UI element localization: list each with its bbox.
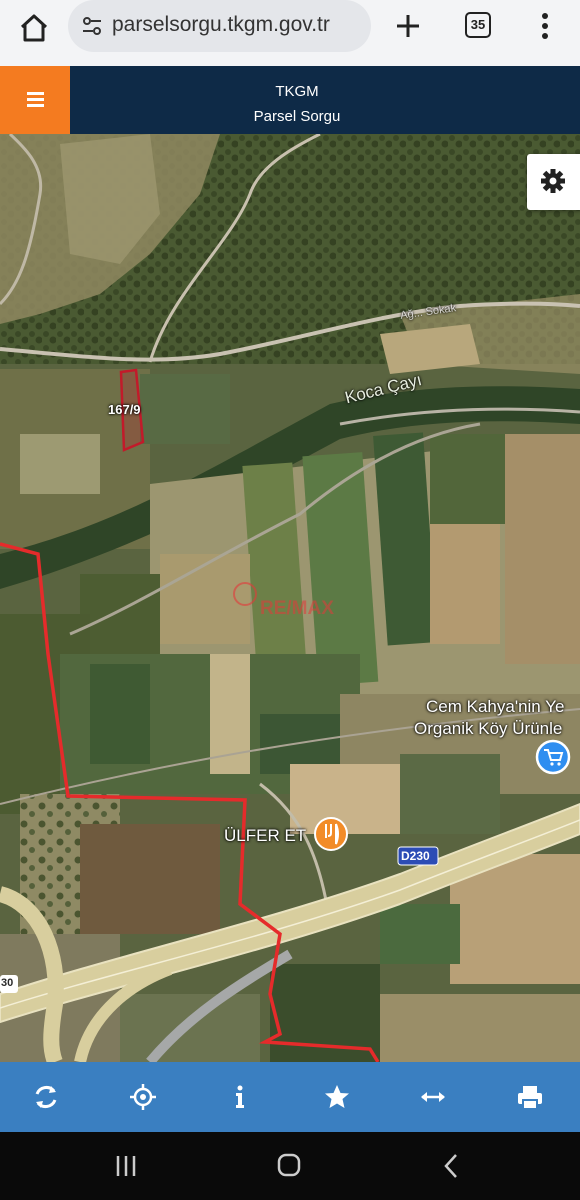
recents-icon[interactable] <box>106 1150 146 1182</box>
app-subtitle: Parsel Sorgu <box>253 108 341 125</box>
info-icon[interactable] <box>223 1080 257 1114</box>
locate-icon[interactable] <box>126 1080 160 1114</box>
parcel-label[interactable]: 167/9 <box>108 402 141 417</box>
tabs-button[interactable]: 35 <box>465 12 491 38</box>
gear-icon <box>541 169 565 193</box>
print-icon[interactable] <box>513 1080 547 1114</box>
url-text: parselsorgu.tkgm.gov.tr <box>112 13 330 36</box>
back-icon[interactable] <box>432 1150 472 1182</box>
place-name-line1[interactable]: Cem Kahya'nin Ye <box>426 697 564 717</box>
highway-shield-label: D230 <box>401 849 430 863</box>
site-settings-icon[interactable] <box>80 14 104 38</box>
app-title: TKGM <box>275 83 319 100</box>
home-icon[interactable] <box>14 8 54 48</box>
more-vert-icon[interactable] <box>530 6 560 46</box>
restaurant-label[interactable]: ÜLFER ET <box>224 826 306 846</box>
map-toolbar <box>0 1062 580 1132</box>
app-header: TKGM Parsel Sorgu <box>0 66 580 134</box>
measure-icon[interactable] <box>416 1080 450 1114</box>
address-bar[interactable]: parselsorgu.tkgm.gov.tr <box>68 0 371 52</box>
home-icon[interactable] <box>269 1150 309 1182</box>
remax-watermark: RE/MAX <box>260 598 334 619</box>
plus-icon[interactable] <box>388 6 428 46</box>
system-nav-bar <box>0 1132 580 1200</box>
map-view[interactable]: 167/9 Koca Çayı Ağ... Sokak Cem Kahya'ni… <box>0 134 580 1062</box>
place-name-line2[interactable]: Organik Köy Ürünle <box>414 719 562 739</box>
refresh-icon[interactable] <box>29 1080 63 1114</box>
browser-toolbar: parselsorgu.tkgm.gov.tr 35 <box>0 0 580 66</box>
map-settings-button[interactable] <box>527 154 580 210</box>
hamburger-icon[interactable] <box>0 66 70 134</box>
highway-left-label: 30 <box>1 977 14 989</box>
star-icon[interactable] <box>320 1080 354 1114</box>
